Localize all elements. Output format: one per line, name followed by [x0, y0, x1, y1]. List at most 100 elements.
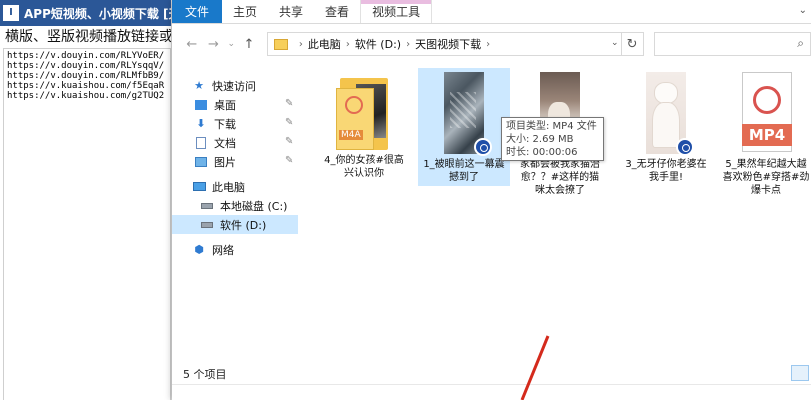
kitten-body [652, 102, 680, 148]
star-icon: ★ [194, 79, 204, 92]
nav-downloads[interactable]: ⬇ 下载 ✎ [172, 114, 300, 133]
file-item[interactable]: 3_无牙仔你老婆在我手里! [620, 68, 712, 184]
kitten-head [654, 82, 678, 104]
file-name: 3_无牙仔你老婆在我手里! [625, 159, 707, 183]
breadcrumb-folder[interactable]: 天图视频下载 [415, 36, 481, 52]
app-instruction-heading: 横版、竖版视频播放链接或AF [5, 29, 171, 45]
file-name: 4_你的女孩#很高兴认识你 [324, 155, 404, 179]
video-badge-icon [474, 138, 492, 156]
nav-network[interactable]: ⬢ 网络 [172, 240, 300, 259]
nav-label: 图片 [214, 155, 236, 169]
app-logo-icon: I [3, 5, 19, 21]
nav-this-pc[interactable]: 此电脑 [172, 177, 300, 196]
video-badge-icon [676, 138, 694, 156]
chevron-right-icon: › [486, 38, 491, 50]
computer-icon [192, 180, 206, 193]
nav-documents[interactable]: 文档 ✎ [172, 133, 300, 152]
tab-video-tools-label: 视频工具 [372, 5, 421, 19]
app-title-bar[interactable]: I APP短视频、小视频下载 [天图视频 [0, 0, 171, 26]
file-item-selected[interactable]: 1_被眼前这一幕震撼到了 [418, 68, 510, 186]
video-tools-accent [361, 0, 432, 4]
nav-label: 本地磁盘 (C:) [220, 199, 288, 213]
tooltip-type: 项目类型: MP4 文件 [506, 121, 597, 132]
address-toolbar: ← → ⌄ ↑ › 此电脑 › 软件 (D:) › 天图视频下载 › ⌄ ↻ ⌕ [172, 24, 811, 64]
nav-label: 网络 [212, 243, 234, 257]
audio-file-thumbnail: M4A [336, 72, 392, 150]
file-list: M4A 4_你的女孩#很高兴认识你 1_被眼前这一幕震撼到了 家都会被我家猫治愈… [308, 64, 811, 364]
view-toggle-button[interactable] [791, 365, 809, 381]
navigation-pane: ★ 快速访问 桌面 ✎ ⬇ 下载 ✎ 文档 ✎ 图片 ✎ 此电脑 本地磁盘 (C… [172, 64, 300, 364]
link-line: https://v.kuaishou.com/g2TUQ2 [7, 91, 165, 101]
pin-icon[interactable]: ✎ [285, 136, 293, 147]
downloader-app-window: I APP短视频、小视频下载 [天图视频 横版、竖版视频播放链接或AF http… [0, 0, 172, 400]
pictures-icon [194, 155, 208, 168]
app-title: APP短视频、小视频下载 [天图视频 [24, 6, 171, 21]
nav-label: 桌面 [214, 98, 236, 112]
document-icon [194, 136, 208, 149]
links-textarea[interactable]: https://v.douyin.com/RLYVoER/ https://v.… [3, 48, 171, 400]
chevron-right-icon: › [298, 38, 303, 50]
download-icon: ⬇ [196, 117, 206, 130]
nav-label: 软件 (D:) [220, 218, 267, 232]
drive-icon [200, 199, 214, 212]
address-bar[interactable]: › 此电脑 › 软件 (D:) › 天图视频下载 › ⌄ ↻ [266, 32, 644, 56]
file-name: 家都会被我家猫治愈？？#这样的猫咪太会撩了 [520, 159, 600, 196]
file-explorer-window: 文件 主页 共享 查看 视频工具 ⌄ ← → ⌄ ↑ › 此电脑 › 软件 (D… [172, 0, 811, 400]
nav-label: 快速访问 [212, 79, 256, 93]
search-input[interactable]: ⌕ [653, 32, 811, 56]
file-name: 5_果然年纪越大越喜欢粉色#穿搭#劲爆卡点 [722, 159, 810, 196]
file-item[interactable]: M4A 4_你的女孩#很高兴认识你 [318, 68, 410, 180]
folder-icon [273, 38, 288, 50]
search-icon: ⌕ [797, 36, 804, 50]
file-badge: MP4 [742, 124, 792, 146]
nav-drive-c[interactable]: 本地磁盘 (C:) [172, 196, 300, 215]
chevron-down-icon[interactable]: ⌄ [799, 5, 807, 16]
file-name: 1_被眼前这一幕震撼到了 [423, 159, 505, 183]
nav-label: 此电脑 [212, 180, 245, 194]
refresh-icon[interactable]: ↻ [620, 33, 643, 55]
play-circle-icon [345, 96, 363, 114]
nav-pictures[interactable]: 图片 ✎ [172, 152, 300, 171]
link-line: https://v.douyin.com/RLYVoER/ [7, 51, 165, 61]
tooltip-duration: 时长: 00:00:06 [506, 147, 578, 158]
breadcrumb-this-pc[interactable]: 此电脑 [308, 36, 341, 52]
ribbon-tabs: 文件 主页 共享 查看 视频工具 ⌄ [172, 0, 811, 24]
video-thumbnail [444, 72, 492, 156]
tab-view[interactable]: 查看 [314, 0, 360, 23]
link-line: https://v.douyin.com/RLMfbB9/ [7, 71, 165, 81]
item-count: 5 个项目 [183, 368, 227, 381]
pin-icon[interactable]: ✎ [285, 155, 293, 166]
thumbnail-detail [450, 92, 476, 128]
file-badge: M4A [339, 130, 363, 140]
nav-label: 文档 [214, 136, 236, 150]
tab-share[interactable]: 共享 [268, 0, 314, 23]
recent-dropdown-icon[interactable]: ⌄ [225, 34, 237, 54]
drive-icon [200, 218, 214, 231]
tooltip-size: 大小: 2.69 MB [506, 134, 574, 145]
file-info-tooltip: 项目类型: MP4 文件 大小: 2.69 MB 时长: 00:00:06 [501, 117, 604, 161]
back-arrow-icon[interactable]: ← [182, 34, 202, 54]
chevron-right-icon: › [406, 38, 411, 50]
nav-desktop[interactable]: 桌面 ✎ [172, 95, 300, 114]
play-reel-icon [753, 86, 781, 114]
link-line: https://v.douyin.com/RLYsqqV/ [7, 61, 165, 71]
mp4-file-icon: MP4 [738, 72, 794, 154]
tab-file[interactable]: 文件 [172, 0, 223, 23]
nav-quick-access[interactable]: ★ 快速访问 [172, 76, 300, 95]
breadcrumb-drive-d[interactable]: 软件 (D:) [355, 36, 401, 52]
forward-arrow-icon[interactable]: → [204, 34, 224, 54]
up-arrow-icon[interactable]: ↑ [239, 34, 259, 54]
video-thumbnail [646, 72, 694, 156]
tab-video-tools[interactable]: 视频工具 [360, 0, 433, 23]
desktop-icon [194, 98, 208, 111]
chevron-right-icon: › [345, 38, 350, 50]
pin-icon[interactable]: ✎ [285, 117, 293, 128]
nav-label: 下载 [214, 117, 236, 131]
link-line: https://v.kuaishou.com/f5EqaR [7, 81, 165, 91]
tab-home[interactable]: 主页 [222, 0, 268, 23]
nav-drive-d[interactable]: 软件 (D:) [172, 215, 298, 234]
chevron-down-icon[interactable]: ⌄ [611, 38, 619, 48]
pin-icon[interactable]: ✎ [285, 98, 293, 109]
file-item[interactable]: MP4 5_果然年纪越大越喜欢粉色#穿搭#劲爆卡点 [720, 68, 811, 197]
status-bar: 5 个项目 [172, 364, 811, 384]
